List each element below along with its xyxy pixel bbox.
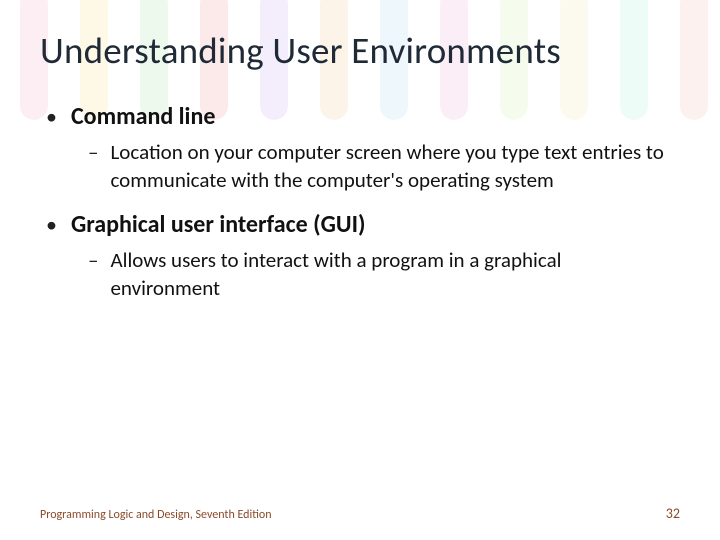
slide-footer: Programming Logic and Design, Seventh Ed… xyxy=(40,505,680,522)
bullet-icon: • xyxy=(46,104,57,130)
dash-icon: – xyxy=(88,139,98,166)
dash-icon: – xyxy=(88,247,98,274)
slide-title: Understanding User Environments xyxy=(40,28,680,73)
list-item: • Command line – Location on your comput… xyxy=(46,101,680,195)
sub-bullet-text: Location on your computer screen where y… xyxy=(110,139,670,194)
sub-bullet-text: Allows users to interact with a program … xyxy=(110,247,670,302)
bullet-label: Graphical user interface (GUI) xyxy=(71,209,365,241)
slide-content: Understanding User Environments • Comman… xyxy=(0,0,720,540)
list-item: – Allows users to interact with a progra… xyxy=(88,247,680,302)
list-item: – Location on your computer screen where… xyxy=(88,139,680,194)
sub-list: – Location on your computer screen where… xyxy=(88,139,680,194)
bullet-list: • Command line – Location on your comput… xyxy=(46,101,680,303)
footer-source: Programming Logic and Design, Seventh Ed… xyxy=(40,508,272,522)
bullet-label: Command line xyxy=(71,101,215,133)
list-item: • Graphical user interface (GUI) – Allow… xyxy=(46,209,680,303)
page-number: 32 xyxy=(666,505,680,522)
bullet-icon: • xyxy=(46,212,57,238)
sub-list: – Allows users to interact with a progra… xyxy=(88,247,680,302)
